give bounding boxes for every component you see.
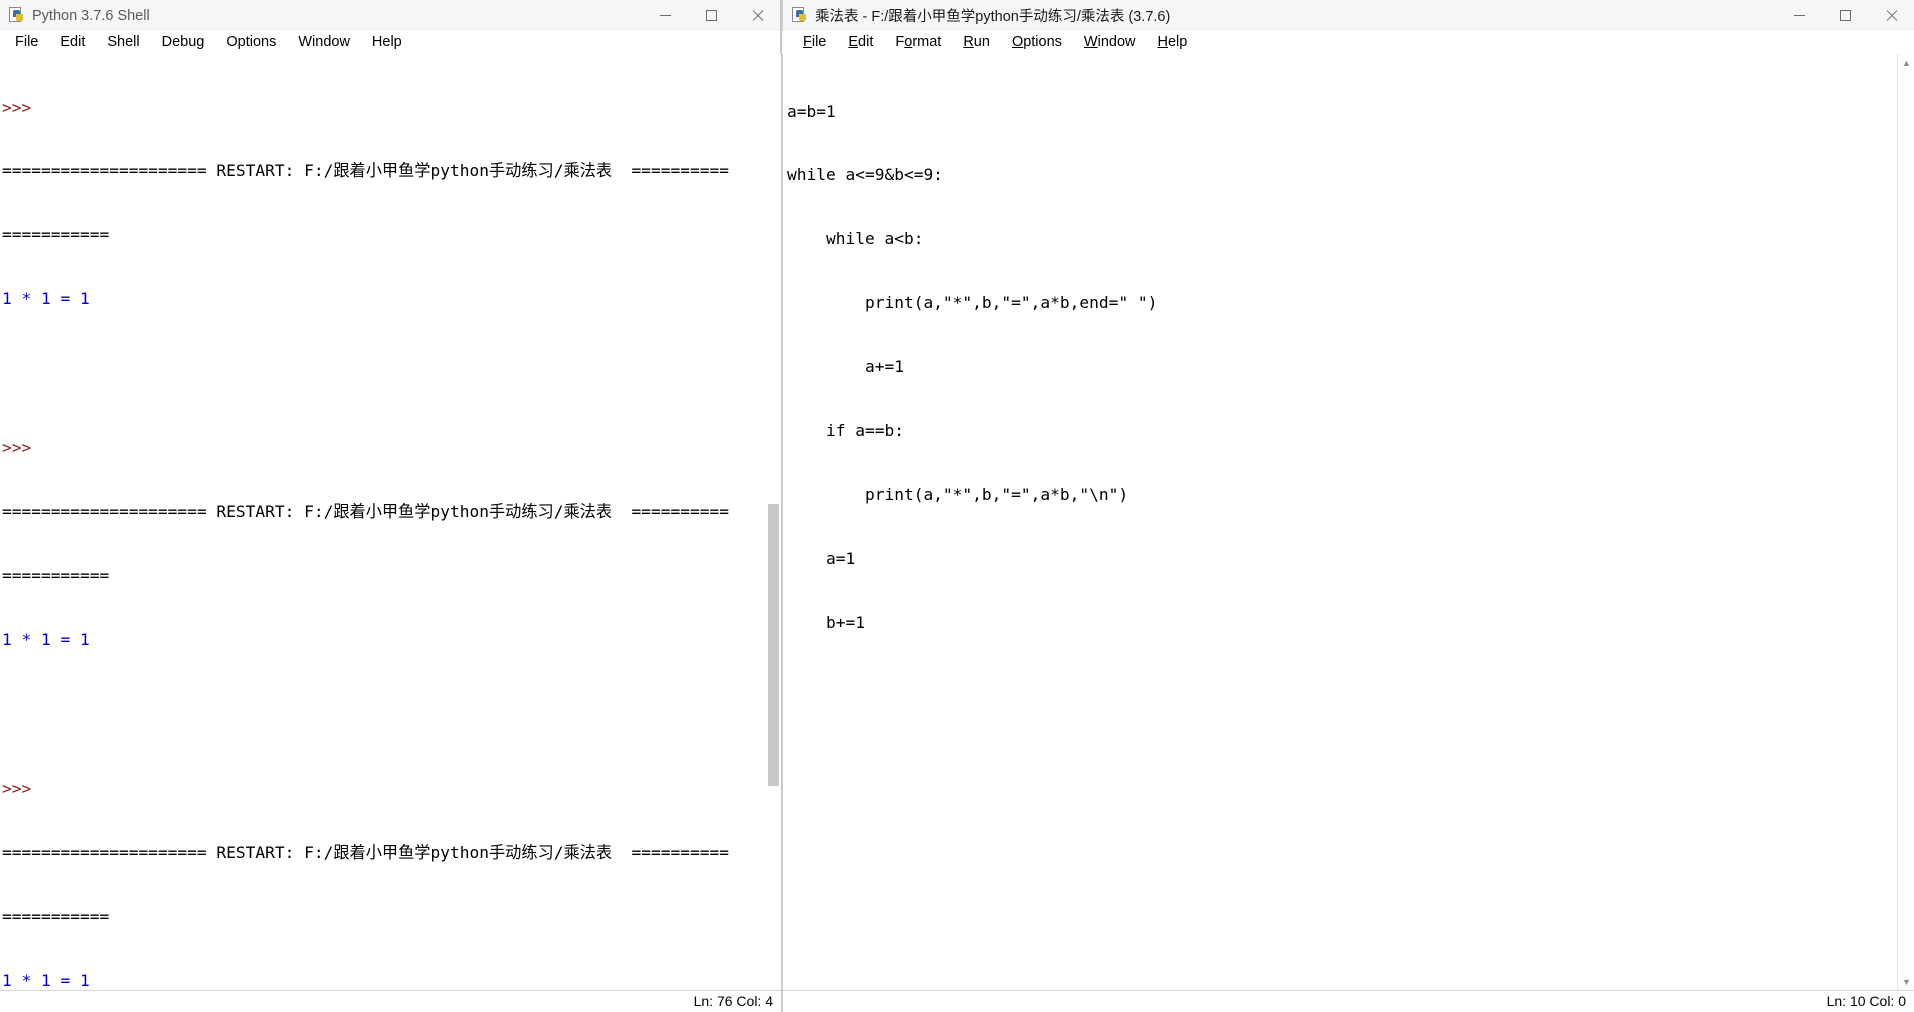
maximize-icon (705, 10, 717, 21)
menu-run[interactable]: Run (952, 31, 1001, 54)
menu-format[interactable]: Format (884, 31, 952, 54)
shell-result: 1 * 1 = 1 (2, 289, 90, 309)
editor-window-controls[interactable] (1776, 0, 1914, 31)
code-line: print(a,"*",b,"=",a*b,"\n") (787, 484, 1129, 504)
code-line: a=1 (787, 548, 856, 568)
minimize-icon (659, 15, 671, 16)
python-shell-window[interactable]: Python 3.7.6 Shell File Edit Shell Debug… (0, 0, 781, 1012)
code-line: while a<b: (787, 229, 924, 249)
python-file-icon (8, 7, 25, 24)
shell-restart-line-cont: =========== (2, 225, 110, 245)
editor-menubar[interactable]: File Edit Format Run Options Window Help (782, 31, 1914, 54)
menu-help-label: Help (371, 34, 402, 50)
menu-options[interactable]: Options (1001, 31, 1073, 54)
shell-restart-line: ===================== RESTART: F:/跟着小甲鱼学… (2, 842, 729, 862)
editor-cursor-position: Ln: 10 Col: 0 (1826, 993, 1906, 1009)
shell-restart-line-cont: =========== (2, 906, 110, 926)
shell-window-controls[interactable] (642, 0, 780, 31)
code-line: a=b=1 (787, 101, 836, 121)
menu-help[interactable]: Help (361, 31, 413, 54)
menu-file-acc: F (803, 34, 812, 50)
python-file-icon (791, 7, 808, 24)
menu-edit[interactable]: Edit (49, 31, 96, 54)
shell-vertical-scrollbar[interactable] (764, 54, 781, 990)
minimize-button[interactable] (642, 0, 688, 31)
menu-format-pre: F (895, 34, 905, 50)
shell-restart-line: ===================== RESTART: F:/跟着小甲鱼学… (2, 161, 729, 181)
maximize-button[interactable] (688, 0, 734, 31)
editor-statusbar: Ln: 10 Col: 0 (782, 990, 1914, 1012)
menu-options-rest: ptions (1023, 34, 1062, 50)
shell-blank-line (2, 693, 781, 714)
shell-blank-line (2, 352, 781, 373)
menu-options-acc: O (1011, 34, 1024, 50)
menu-edit-acc: E (848, 34, 859, 50)
desktop: Python 3.7.6 Shell File Edit Shell Debug… (0, 0, 1914, 1012)
menu-options-label: Options (226, 34, 277, 50)
menu-window[interactable]: Window (1073, 31, 1147, 54)
shell-prompt: >>> (2, 438, 32, 458)
shell-prompt: >>> (2, 779, 32, 799)
menu-run-acc: R (963, 34, 974, 50)
menu-debug-label: Debug (161, 34, 205, 50)
menu-edit-label: Edit (60, 34, 86, 50)
close-icon (751, 9, 764, 22)
menu-shell-label: Shell (107, 34, 140, 50)
shell-result: 1 * 1 = 1 (2, 970, 90, 990)
shell-statusbar: Ln: 76 Col: 4 (0, 990, 781, 1012)
close-button[interactable] (734, 0, 780, 31)
menu-debug[interactable]: Debug (151, 31, 216, 54)
shell-output-pane[interactable]: >>> ===================== RESTART: F:/跟着… (0, 54, 781, 990)
code-line: b+=1 (787, 612, 865, 632)
shell-prompt: >>> (2, 97, 32, 117)
shell-cursor-position: Ln: 76 Col: 4 (693, 993, 773, 1009)
menu-window-acc: W (1083, 34, 1098, 50)
editor-title-text: 乘法表 - F:/跟着小甲鱼学python手动练习/乘法表 (3.7.6) (815, 9, 1171, 25)
menu-file-label: File (15, 34, 39, 50)
menu-shell[interactable]: Shell (96, 31, 150, 54)
menu-options[interactable]: Options (215, 31, 287, 54)
maximize-button[interactable] (1822, 0, 1868, 31)
menu-window-label: Window (298, 34, 350, 50)
shell-scrollbar-thumb[interactable] (768, 504, 779, 786)
maximize-icon (1839, 10, 1851, 21)
scroll-down-arrow-icon[interactable]: ▼ (1898, 973, 1914, 990)
menu-file[interactable]: File (792, 31, 837, 54)
menu-help-acc: H (1157, 34, 1168, 50)
menu-edit[interactable]: Edit (837, 31, 884, 54)
shell-titlebar[interactable]: Python 3.7.6 Shell (0, 0, 780, 31)
menu-edit-rest: dit (858, 34, 874, 50)
idle-editor-window[interactable]: 乘法表 - F:/跟着小甲鱼学python手动练习/乘法表 (3.7.6) Fi… (782, 0, 1914, 1012)
code-line: print(a,"*",b,"=",a*b,end=" ") (787, 293, 1158, 313)
close-button[interactable] (1868, 0, 1914, 31)
shell-restart-line-cont: =========== (2, 566, 110, 586)
shell-result: 1 * 1 = 1 (2, 630, 90, 650)
editor-vertical-scrollbar[interactable]: ▲ ▼ (1897, 54, 1914, 990)
close-icon (1885, 9, 1898, 22)
shell-output-text[interactable]: >>> ===================== RESTART: F:/跟着… (0, 54, 781, 990)
menu-file[interactable]: File (4, 31, 49, 54)
scroll-up-arrow-icon[interactable]: ▲ (1898, 54, 1914, 71)
menu-file-rest: ile (811, 34, 827, 50)
minimize-icon (1793, 15, 1805, 16)
menu-window-rest: indow (1097, 34, 1136, 50)
menu-help[interactable]: Help (1147, 31, 1199, 54)
shell-title-text: Python 3.7.6 Shell (32, 7, 150, 24)
shell-menubar[interactable]: File Edit Shell Debug Options Window Hel… (0, 31, 780, 54)
menu-window[interactable]: Window (287, 31, 361, 54)
menu-format-rest: rmat (912, 34, 942, 50)
menu-run-rest: un (973, 34, 990, 50)
editor-titlebar[interactable]: 乘法表 - F:/跟着小甲鱼学python手动练习/乘法表 (3.7.6) (782, 0, 1914, 31)
editor-code-text[interactable]: a=b=1 while a<=9&b<=9: while a<b: print(… (783, 54, 1914, 676)
editor-code-pane[interactable]: a=b=1 while a<=9&b<=9: while a<b: print(… (782, 54, 1914, 990)
code-line: while a<=9&b<=9: (787, 165, 943, 185)
code-line: a+=1 (787, 357, 904, 377)
minimize-button[interactable] (1776, 0, 1822, 31)
menu-help-rest: elp (1167, 34, 1188, 50)
code-line: if a==b: (787, 421, 904, 441)
shell-restart-line: ===================== RESTART: F:/跟着小甲鱼学… (2, 502, 729, 522)
